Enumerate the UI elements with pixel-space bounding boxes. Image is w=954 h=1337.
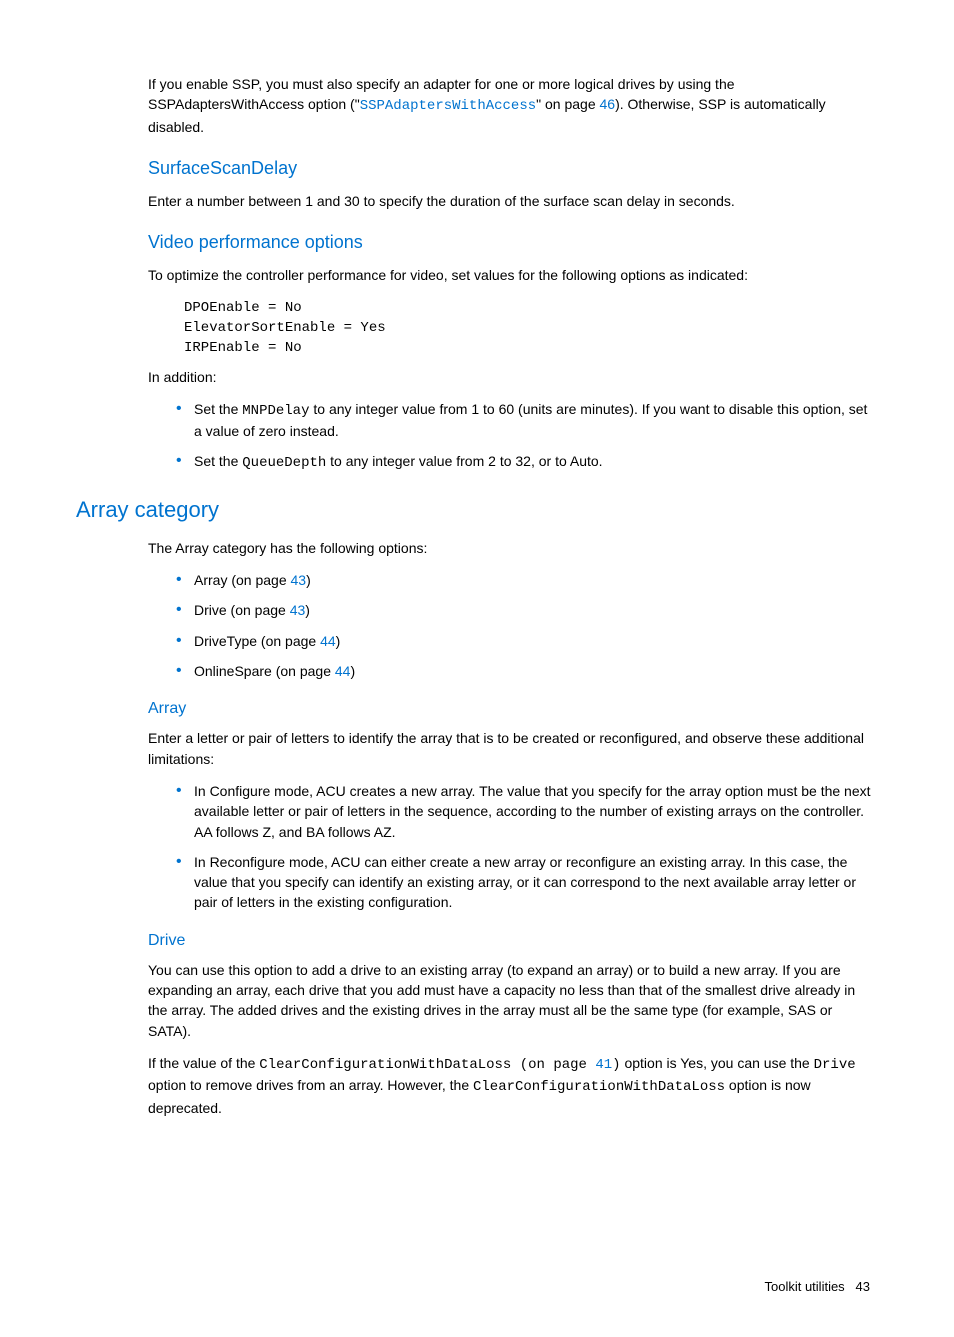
heading-video-performance: Video performance options: [148, 229, 878, 255]
arraycat-p: The Array category has the following opt…: [148, 538, 878, 558]
text: Set the: [194, 401, 242, 417]
link-page[interactable]: 43: [291, 572, 307, 588]
text: option to remove drives from an array. H…: [148, 1077, 473, 1093]
link-page-46[interactable]: 46: [600, 96, 616, 112]
list-item: DriveType (on page 44): [176, 631, 878, 651]
arraycat-list: Array (on page 43) Drive (on page 43) Dr…: [148, 570, 878, 681]
link-page[interactable]: 43: [290, 602, 306, 618]
video-p2: In addition:: [148, 367, 878, 387]
footer-label: Toolkit utilities: [764, 1279, 844, 1294]
link-page[interactable]: 44: [335, 663, 351, 679]
text: option is Yes, you can use the: [621, 1055, 814, 1071]
text: ): [305, 602, 310, 618]
list-item: OnlineSpare (on page 44): [176, 661, 878, 681]
array-bullets: In Configure mode, ACU creates a new arr…: [148, 781, 878, 913]
code-inline: MNPDelay: [242, 403, 309, 419]
intro-paragraph: If you enable SSP, you must also specify…: [148, 74, 878, 137]
text: to any integer value from 2 to 32, or to…: [326, 453, 602, 469]
text: ): [336, 633, 341, 649]
heading-drive: Drive: [148, 929, 878, 952]
code-inline: ClearConfigurationWithDataLoss (on page …: [259, 1057, 620, 1073]
page-footer: Toolkit utilities 43: [76, 1278, 878, 1297]
surfacescan-paragraph: Enter a number between 1 and 30 to speci…: [148, 191, 878, 211]
text: ): [350, 663, 355, 679]
list-item: Set the QueueDepth to any integer value …: [176, 451, 878, 473]
text: Set the: [194, 453, 242, 469]
heading-surfacescandelay: SurfaceScanDelay: [148, 155, 878, 181]
list-item: Drive (on page 43): [176, 600, 878, 620]
link-page[interactable]: 44: [320, 633, 336, 649]
text: " on page: [536, 96, 599, 112]
list-item: Set the MNPDelay to any integer value fr…: [176, 399, 878, 442]
code-inline: QueueDepth: [242, 455, 326, 471]
footer-page-number: 43: [856, 1279, 870, 1294]
text: Drive (on page: [194, 602, 290, 618]
video-p1: To optimize the controller performance f…: [148, 265, 878, 285]
text: OnlineSpare (on page: [194, 663, 335, 679]
code-inline: ClearConfigurationWithDataLoss: [473, 1079, 725, 1095]
list-item: Array (on page 43): [176, 570, 878, 590]
text: Array (on page: [194, 572, 291, 588]
code-block: DPOEnable = No ElevatorSortEnable = Yes …: [184, 298, 878, 359]
video-bullet-list: Set the MNPDelay to any integer value fr…: [148, 399, 878, 474]
heading-array: Array: [148, 697, 878, 720]
text: DriveType (on page: [194, 633, 320, 649]
text: If the value of the: [148, 1055, 259, 1071]
list-item: In Reconfigure mode, ACU can either crea…: [176, 852, 878, 913]
link-page-41[interactable]: 41: [595, 1057, 612, 1073]
list-item: In Configure mode, ACU creates a new arr…: [176, 781, 878, 842]
drive-p2: If the value of the ClearConfigurationWi…: [148, 1053, 878, 1118]
heading-array-category: Array category: [76, 494, 878, 526]
array-p: Enter a letter or pair of letters to ide…: [148, 728, 878, 769]
link-sspadapters[interactable]: SSPAdaptersWithAccess: [360, 98, 536, 114]
drive-p1: You can use this option to add a drive t…: [148, 960, 878, 1041]
text: ): [306, 572, 311, 588]
code-inline: Drive: [814, 1057, 856, 1073]
